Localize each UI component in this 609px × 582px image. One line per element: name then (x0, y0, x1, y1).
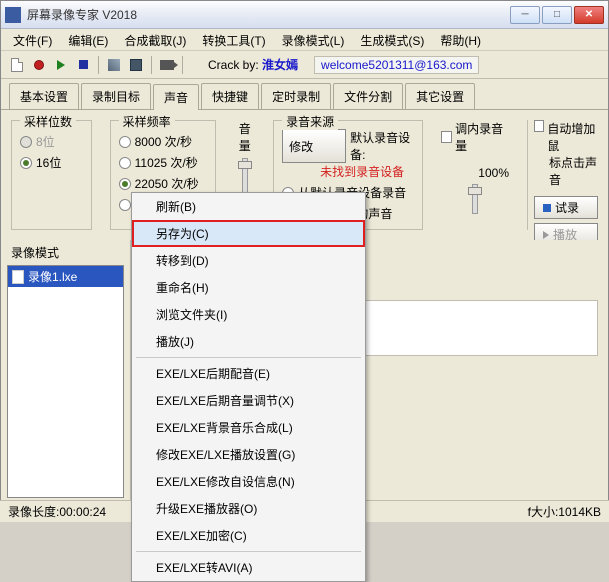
tab-timer[interactable]: 定时录制 (261, 83, 331, 109)
bitdepth-title: 采样位数 (20, 113, 76, 130)
ctx-moveto[interactable]: 转移到(D) (132, 247, 365, 274)
rate-11025-label: 11025 次/秒 (135, 154, 198, 171)
rate-22050-label: 22050 次/秒 (135, 175, 199, 192)
radio-11025[interactable] (119, 157, 131, 169)
ctx-voladj[interactable]: EXE/LXE后期音量调节(X) (132, 387, 365, 414)
default-device-label: 默认录音设备: (350, 129, 414, 163)
file-name: 录像1.lxe (28, 268, 77, 285)
ctx-dub[interactable]: EXE/LXE后期配音(E) (132, 360, 365, 387)
autogain-l2: 标点击声音 (549, 154, 598, 188)
record-button[interactable] (29, 55, 49, 75)
menubar: 文件(F) 编辑(E) 合成截取(J) 转换工具(T) 录像模式(L) 生成模式… (1, 29, 608, 51)
source-title: 录音来源 (282, 113, 338, 130)
minimize-button[interactable]: ─ (510, 6, 540, 24)
ctx-rename[interactable]: 重命名(H) (132, 274, 365, 301)
modify-button[interactable]: 修改 (282, 129, 346, 163)
file-icon (12, 270, 24, 284)
menu-file[interactable]: 文件(F) (5, 29, 60, 50)
samplerate-title: 采样频率 (119, 113, 175, 130)
window-title: 屏幕录像专家 V2018 (27, 6, 510, 23)
crack-label: Crack by: 淮女嫣 (208, 56, 298, 73)
chk-inner-vol[interactable] (441, 131, 452, 143)
play-icon (57, 60, 65, 70)
menu-edit[interactable]: 编辑(E) (60, 29, 116, 50)
crack-name: 淮女嫣 (262, 58, 298, 72)
close-button[interactable]: ✕ (574, 6, 604, 24)
radio-22050[interactable] (119, 178, 131, 190)
bitdepth-16bit-label: 16位 (36, 154, 61, 171)
radio-16bit[interactable] (20, 157, 32, 169)
floppy-icon (130, 59, 142, 71)
ctx-refresh[interactable]: 刷新(B) (132, 193, 365, 220)
separator (151, 56, 152, 74)
menu-help[interactable]: 帮助(H) (432, 29, 489, 50)
rate-8000-label: 8000 次/秒 (135, 133, 192, 150)
camera-button[interactable] (157, 55, 177, 75)
tab-basic[interactable]: 基本设置 (9, 83, 79, 109)
save-button[interactable] (126, 55, 146, 75)
ctx-play[interactable]: 播放(J) (132, 328, 365, 355)
ctx-browse[interactable]: 浏览文件夹(I) (132, 301, 365, 328)
menu-compose[interactable]: 合成截取(J) (116, 29, 194, 50)
tools-button[interactable] (104, 55, 124, 75)
separator (98, 56, 99, 74)
bitdepth-8bit-label: 8位 (36, 133, 55, 150)
tab-split[interactable]: 文件分割 (333, 83, 403, 109)
stop-button[interactable] (73, 55, 93, 75)
ctx-bgm[interactable]: EXE/LXE背景音乐合成(L) (132, 414, 365, 441)
document-icon (11, 58, 23, 72)
ctx-toavi[interactable]: EXE/LXE转AVI(A) (132, 554, 365, 581)
inner-vol-slider[interactable] (472, 184, 478, 214)
radio-8bit (20, 136, 32, 148)
square-icon (543, 204, 551, 212)
welcome-email[interactable]: welcome5201311@163.com (314, 56, 479, 74)
menu-convert[interactable]: 转换工具(T) (194, 29, 273, 50)
ctx-playset[interactable]: 修改EXE/LXE播放设置(G) (132, 441, 365, 468)
slider-thumb[interactable] (468, 187, 482, 195)
volume-title: 音量 (234, 120, 255, 154)
maximize-button[interactable]: □ (542, 6, 572, 24)
stop-icon (79, 60, 88, 69)
autogain-l1: 自动增加鼠 (547, 120, 598, 154)
app-icon (5, 7, 21, 23)
tab-sound[interactable]: 声音 (153, 84, 199, 110)
chk-autogain[interactable] (534, 120, 544, 132)
ctx-upgrade[interactable]: 升级EXE播放器(O) (132, 495, 365, 522)
inner-vol-label: 调内录音量 (455, 120, 509, 154)
sidebar-title: 录像模式 (1, 240, 130, 263)
inner-vol-pct: 100% (441, 166, 509, 180)
play-icon (543, 231, 549, 239)
file-list[interactable]: 录像1.lxe (7, 265, 124, 498)
status-length: 录像长度:00:00:24 (8, 503, 106, 520)
play-button[interactable] (51, 55, 71, 75)
radio-8000[interactable] (119, 136, 131, 148)
file-item-selected[interactable]: 录像1.lxe (8, 266, 123, 287)
tab-hotkey[interactable]: 快捷键 (201, 83, 259, 109)
ctx-saveas[interactable]: 另存为(C) (132, 220, 365, 247)
separator (182, 56, 183, 74)
radio-44100[interactable] (119, 199, 131, 211)
tools-icon (108, 59, 120, 71)
context-menu: 刷新(B) 另存为(C) 转移到(D) 重命名(H) 浏览文件夹(I) 播放(J… (131, 192, 366, 582)
ctx-separator (136, 357, 361, 358)
slider-thumb[interactable] (238, 161, 252, 169)
status-size: f大小:1014KB (528, 503, 601, 520)
try-record-button[interactable]: 试录 (534, 196, 598, 219)
tab-other[interactable]: 其它设置 (405, 83, 475, 109)
camera-icon (160, 60, 174, 70)
ctx-selfinfo[interactable]: EXE/LXE修改自设信息(N) (132, 468, 365, 495)
record-icon (34, 60, 44, 70)
device-not-found: 未找到录音设备 (320, 163, 414, 180)
new-doc-button[interactable] (7, 55, 27, 75)
ctx-separator (136, 551, 361, 552)
ctx-encrypt[interactable]: EXE/LXE加密(C) (132, 522, 365, 549)
menu-recordmode[interactable]: 录像模式(L) (274, 29, 353, 50)
menu-genmode[interactable]: 生成模式(S) (352, 29, 432, 50)
tab-target[interactable]: 录制目标 (81, 83, 151, 109)
